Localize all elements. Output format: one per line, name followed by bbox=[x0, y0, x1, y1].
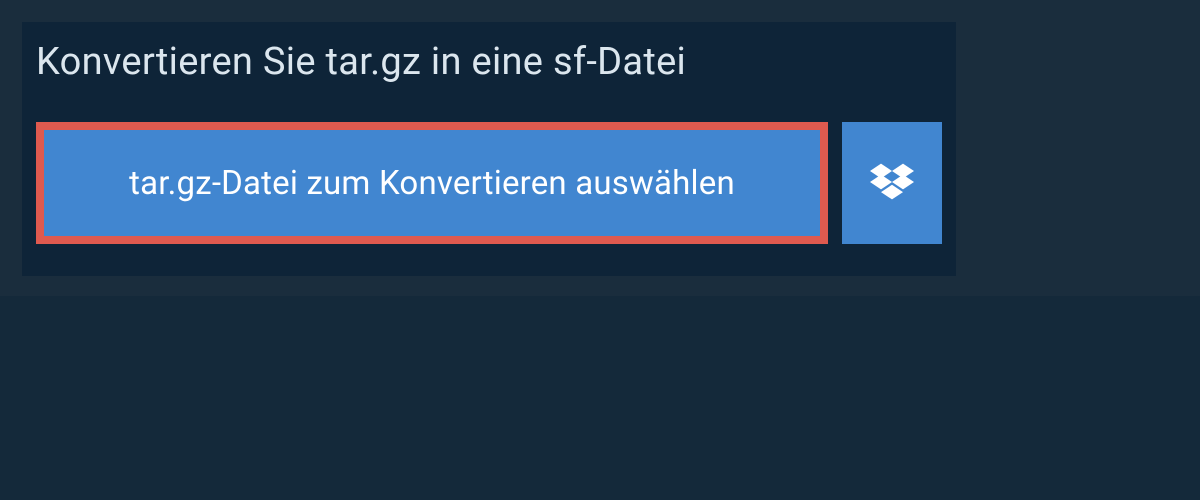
page-title: Konvertieren Sie tar.gz in eine sf-Datei bbox=[22, 22, 708, 102]
converter-panel: Konvertieren Sie tar.gz in eine sf-Datei… bbox=[22, 22, 956, 276]
lower-background bbox=[0, 296, 1200, 500]
dropbox-icon bbox=[870, 160, 914, 207]
select-file-label: tar.gz-Datei zum Konvertieren auswählen bbox=[129, 164, 735, 203]
select-file-button[interactable]: tar.gz-Datei zum Konvertieren auswählen bbox=[44, 130, 820, 236]
select-file-wrapper: tar.gz-Datei zum Konvertieren auswählen bbox=[36, 122, 828, 244]
upload-area: tar.gz-Datei zum Konvertieren auswählen bbox=[36, 122, 942, 262]
dropbox-button[interactable] bbox=[842, 122, 942, 244]
